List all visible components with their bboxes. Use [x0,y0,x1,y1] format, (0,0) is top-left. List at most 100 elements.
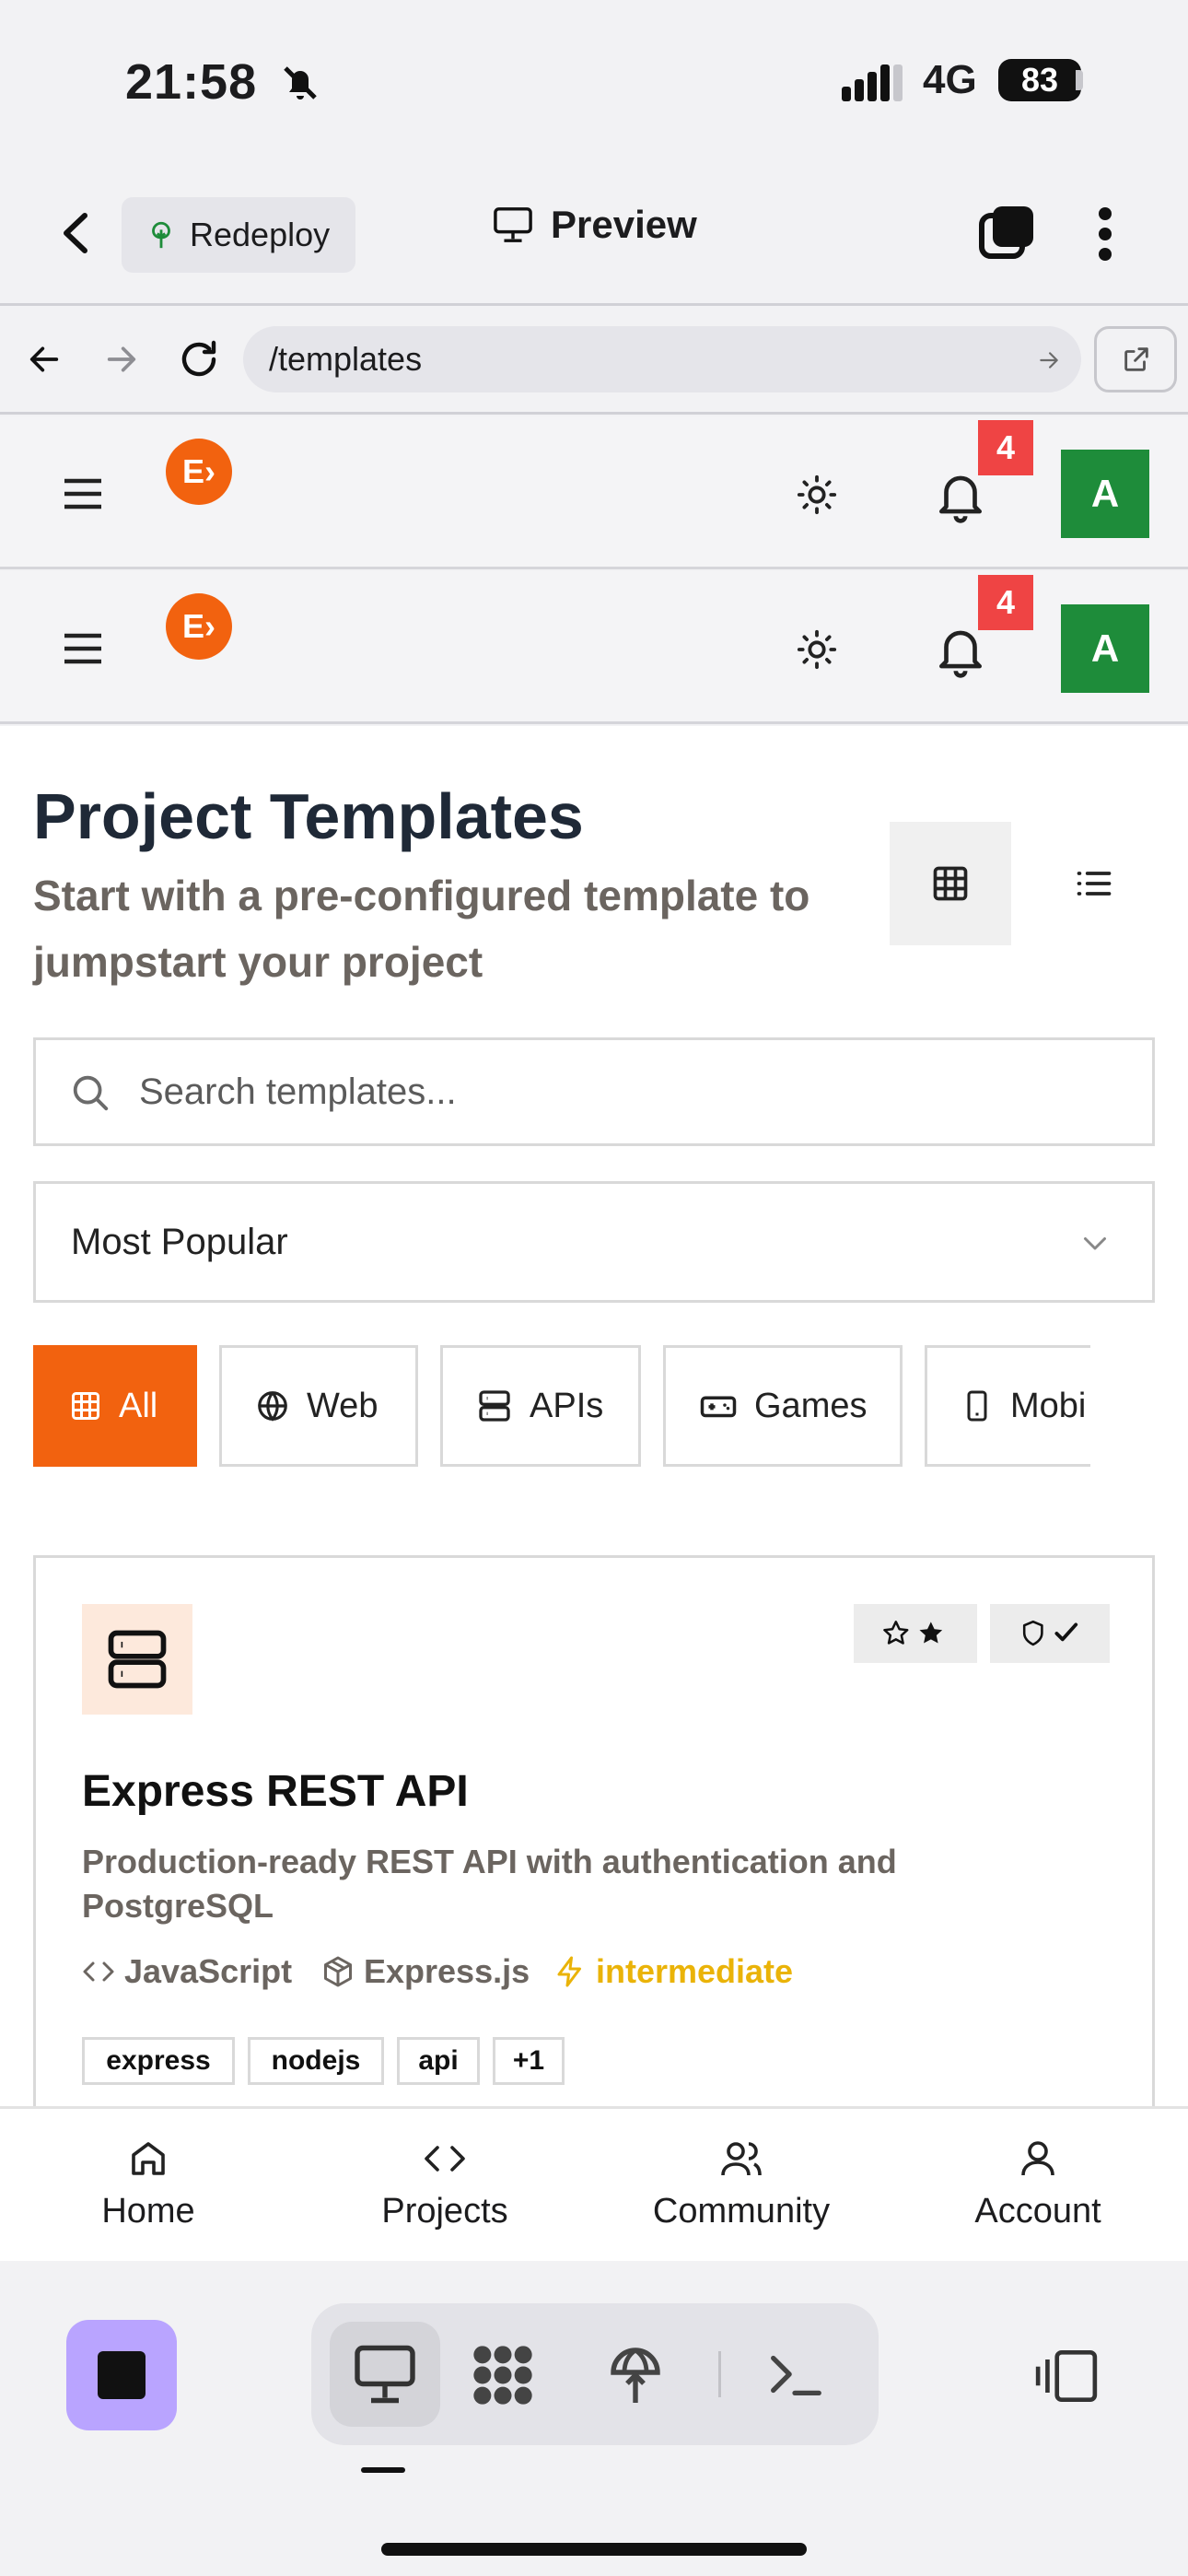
tag-badge: +1 [493,2037,565,2085]
nav-account[interactable]: Account [890,2109,1186,2264]
url-field[interactable]: /templates [243,326,1081,392]
category-chip-mobile[interactable]: Mobi [925,1345,1090,1467]
shield-check-icon [1022,1620,1078,1646]
tabs-icon[interactable] [978,205,1035,262]
preview-label: Preview [551,203,697,246]
monitor-icon [355,2345,415,2404]
sort-select[interactable]: Most Popular [33,1181,1155,1303]
home-indicator [381,2543,807,2556]
sun-icon[interactable] [796,474,838,516]
network-type: 4G [923,57,977,102]
gamepad-icon [700,1396,737,1418]
globe-icon [258,1391,287,1422]
framework-label: Express.js [364,1952,530,1990]
app-header: Redeploy Preview [0,157,1188,306]
search-icon [73,1075,109,1111]
difficulty-label: intermediate [596,1952,794,1990]
avatar[interactable]: A [1061,604,1149,693]
bottom-navigation: Home Projects Community Account [0,2106,1188,2261]
back-chevron-icon[interactable] [59,210,92,256]
category-chip-all[interactable]: All [33,1345,197,1467]
preview-title[interactable]: Preview [492,203,697,247]
avatar[interactable]: A [1061,450,1149,538]
notification-badge: 4 [978,420,1033,475]
deploy-icon[interactable] [602,2340,669,2410]
code-icon [83,1961,114,1982]
star-icon [883,1621,943,1645]
menu-icon[interactable] [61,630,105,667]
terminal-icon[interactable] [763,2342,827,2406]
template-difficulty: intermediate [553,1952,793,1991]
view-switcher [311,2303,879,2445]
brand-logo[interactable]: E› [166,593,232,660]
stop-button[interactable] [66,2320,177,2430]
page-title: Project Templates [33,780,584,852]
tag-badge: nodejs [248,2037,384,2085]
brand-logo[interactable]: E› [166,439,232,505]
package-icon [324,1956,352,1987]
page-subtitle: Start with a pre-configured template to … [33,872,810,986]
category-label: APIs [530,1386,604,1425]
template-language: JavaScript [82,1952,292,1991]
arrow-right-icon[interactable] [103,341,140,378]
sidebar-icon[interactable] [1033,2348,1100,2405]
template-framework: Express.js [321,1952,530,1991]
nav-community[interactable]: Community [593,2109,890,2264]
nav-home[interactable]: Home [0,2109,297,2264]
external-link-icon [1124,347,1148,371]
redeploy-button[interactable]: Redeploy [122,197,355,273]
tag-badge: api [397,2037,480,2085]
status-bar: 21:58 4G 83 [0,0,1188,157]
notification-badge: 4 [978,575,1033,630]
nav-projects-label: Projects [381,2192,508,2231]
blocks-icon[interactable] [468,2340,538,2410]
language-label: JavaScript [124,1952,293,1990]
server-icon [108,1630,167,1689]
users-icon [721,2142,762,2176]
search-placeholder: Search templates... [139,1071,457,1112]
more-vertical-icon[interactable] [1096,206,1114,262]
redeploy-label: Redeploy [190,216,331,253]
template-description: Production-ready REST API with authentic… [82,1843,897,1925]
zap-icon [557,1956,581,1987]
list-icon [1077,872,1112,896]
preview-tab[interactable] [330,2322,440,2427]
category-chip-games[interactable]: Games [663,1345,903,1467]
bell-muted-icon [284,66,317,100]
sun-icon[interactable] [796,628,838,671]
category-label: Games [754,1386,868,1425]
user-icon [1021,2141,1054,2176]
browser-url-bar: /templates [0,306,1188,415]
template-card[interactable]: Express REST API Production-ready REST A… [33,1555,1155,2106]
open-external-button[interactable] [1094,326,1177,392]
search-input[interactable]: Search templates... [33,1037,1155,1146]
list-view-toggle[interactable] [1033,822,1155,945]
verified-badge [990,1604,1110,1663]
nav-home-label: Home [101,2192,195,2231]
nav-projects[interactable]: Projects [297,2109,593,2264]
category-chip-web[interactable]: Web [219,1345,418,1467]
category-label: Web [307,1386,379,1425]
battery-tip [1076,70,1083,90]
battery-level: 83 [998,59,1081,101]
nav-community-label: Community [652,2192,831,2231]
phone-icon [967,1390,987,1422]
ide-toolbar [0,2261,1188,2576]
main-content: Project Templates Start with a pre-confi… [0,726,1188,2106]
code-icon [425,2146,465,2172]
arrow-left-icon[interactable] [26,341,63,378]
go-arrow-icon[interactable] [1037,348,1061,372]
menu-icon[interactable] [61,475,105,512]
template-icon-box [82,1604,192,1715]
category-label: All [119,1386,158,1425]
url-text: /templates [269,340,423,378]
tree-icon [152,221,170,249]
reload-icon[interactable] [177,337,221,381]
stop-icon [98,2351,146,2399]
template-title: Express REST API [82,1767,469,1816]
category-chip-apis[interactable]: APIs [440,1345,641,1467]
sort-value: Most Popular [71,1222,288,1262]
popular-badge [854,1604,977,1663]
grid-view-toggle[interactable] [890,822,1011,945]
site-navbar-duplicate: E› 4 A [0,571,1188,724]
